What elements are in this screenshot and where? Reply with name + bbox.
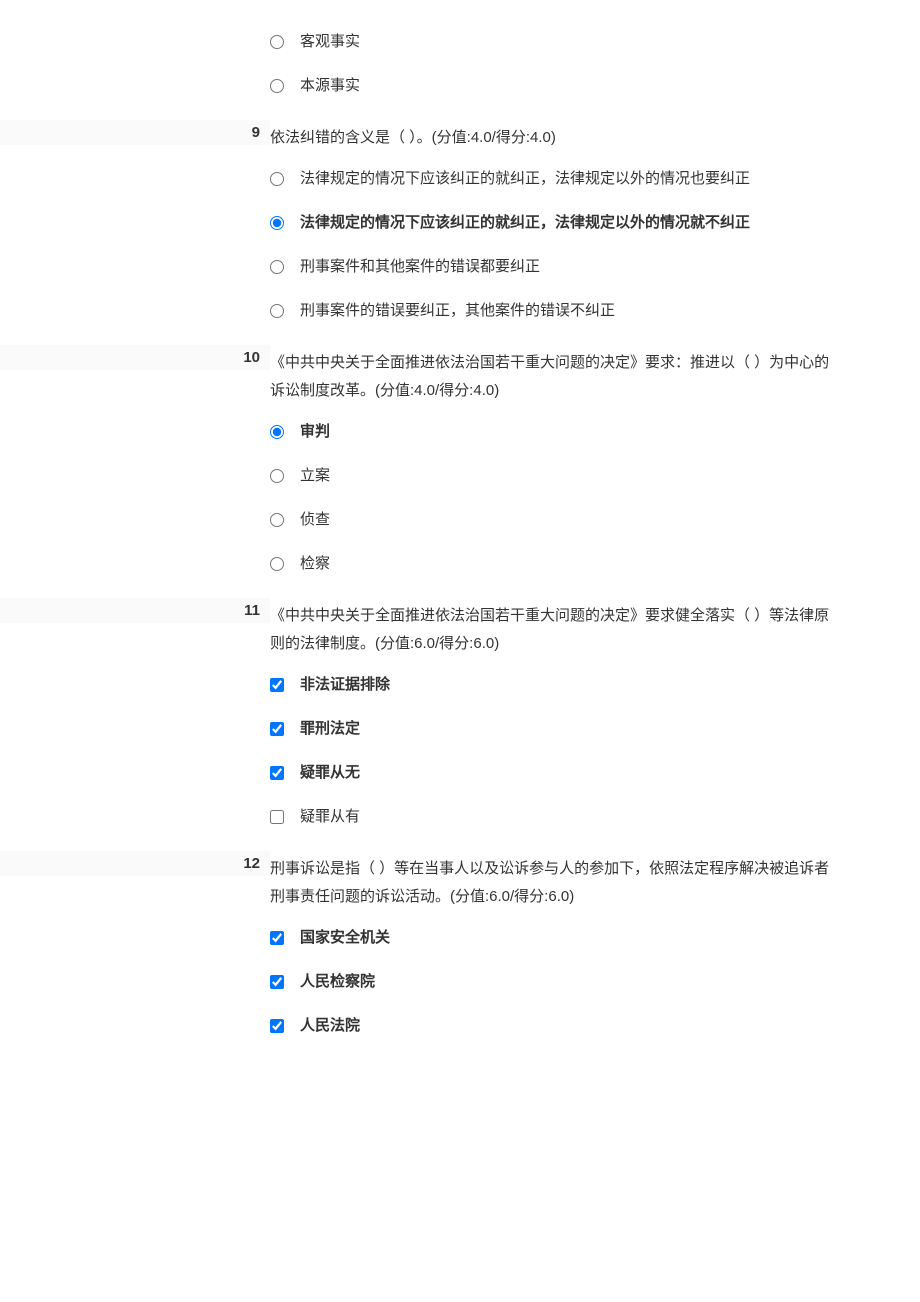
quiz-page: 客观事实 本源事实 9 依法纠错的含义是（ ）。(分值:4.0/得分:4.0) … [0, 0, 920, 1074]
question-text: 《中共中央关于全面推进依法治国若干重大问题的决定》要求健全落实（ ）等法律原则的… [270, 598, 920, 659]
option-row: 刑事案件的错误要纠正，其他案件的错误不纠正 [0, 289, 920, 333]
option-checkbox[interactable] [270, 766, 284, 780]
option-radio[interactable] [270, 557, 284, 571]
option-checkbox[interactable] [270, 810, 284, 824]
question-header: 10 《中共中央关于全面推进依法治国若干重大问题的决定》要求：推进以（ ）为中心… [0, 339, 920, 410]
question-header: 11 《中共中央关于全面推进依法治国若干重大问题的决定》要求健全落实（ ）等法律… [0, 592, 920, 663]
option-row: 检察 [0, 542, 920, 586]
question-text: 依法纠错的含义是（ ）。(分值:4.0/得分:4.0) [270, 120, 920, 153]
option-label: 罪刑法定 [300, 717, 920, 741]
option-row: 罪刑法定 [0, 707, 920, 751]
option-row: 疑罪从无 [0, 751, 920, 795]
option-row: 非法证据排除 [0, 663, 920, 707]
option-label: 法律规定的情况下应该纠正的就纠正，法律规定以外的情况就不纠正 [300, 211, 920, 235]
option-label: 刑事案件和其他案件的错误都要纠正 [300, 255, 920, 279]
option-label: 人民检察院 [300, 970, 920, 994]
question-text: 《中共中央关于全面推进依法治国若干重大问题的决定》要求：推进以（ ）为中心的诉讼… [270, 345, 920, 406]
question-header: 12 刑事诉讼是指（ ）等在当事人以及讼诉参与人的参加下，依照法定程序解决被追诉… [0, 845, 920, 916]
option-checkbox[interactable] [270, 931, 284, 945]
option-checkbox[interactable] [270, 975, 284, 989]
option-radio[interactable] [270, 469, 284, 483]
option-radio[interactable] [270, 260, 284, 274]
option-row: 法律规定的情况下应该纠正的就纠正，法律规定以外的情况就不纠正 [0, 201, 920, 245]
question-header: 9 依法纠错的含义是（ ）。(分值:4.0/得分:4.0) [0, 114, 920, 157]
option-row: 国家安全机关 [0, 916, 920, 960]
question-block: 9 依法纠错的含义是（ ）。(分值:4.0/得分:4.0) 法律规定的情况下应该… [0, 114, 920, 333]
question-block: 12 刑事诉讼是指（ ）等在当事人以及讼诉参与人的参加下，依照法定程序解决被追诉… [0, 845, 920, 1048]
option-label: 立案 [300, 464, 920, 488]
option-radio[interactable] [270, 79, 284, 93]
option-row: 刑事案件和其他案件的错误都要纠正 [0, 245, 920, 289]
option-row: 疑罪从有 [0, 795, 920, 839]
option-label: 疑罪从无 [300, 761, 920, 785]
option-row: 立案 [0, 454, 920, 498]
option-checkbox[interactable] [270, 722, 284, 736]
option-row: 本源事实 [0, 64, 920, 108]
option-row: 客观事实 [0, 20, 920, 64]
option-label: 疑罪从有 [300, 805, 920, 829]
question-block: 10 《中共中央关于全面推进依法治国若干重大问题的决定》要求：推进以（ ）为中心… [0, 339, 920, 586]
option-radio[interactable] [270, 304, 284, 318]
option-label: 国家安全机关 [300, 926, 920, 950]
option-label: 审判 [300, 420, 920, 444]
option-radio[interactable] [270, 172, 284, 186]
option-row: 法律规定的情况下应该纠正的就纠正，法律规定以外的情况也要纠正 [0, 157, 920, 201]
question-number: 11 [0, 598, 270, 623]
option-radio[interactable] [270, 513, 284, 527]
option-row: 侦查 [0, 498, 920, 542]
option-row: 人民法院 [0, 1004, 920, 1048]
option-label: 客观事实 [300, 30, 920, 54]
option-row: 人民检察院 [0, 960, 920, 1004]
option-label: 侦查 [300, 508, 920, 532]
option-row: 审判 [0, 410, 920, 454]
option-label: 检察 [300, 552, 920, 576]
question-number: 9 [0, 120, 270, 145]
option-radio[interactable] [270, 425, 284, 439]
question-number: 12 [0, 851, 270, 876]
question-text: 刑事诉讼是指（ ）等在当事人以及讼诉参与人的参加下，依照法定程序解决被追诉者刑事… [270, 851, 920, 912]
option-label: 人民法院 [300, 1014, 920, 1038]
option-label: 本源事实 [300, 74, 920, 98]
option-radio[interactable] [270, 35, 284, 49]
question-block: 客观事实 本源事实 [0, 20, 920, 108]
option-checkbox[interactable] [270, 1019, 284, 1033]
question-number: 10 [0, 345, 270, 370]
option-radio[interactable] [270, 216, 284, 230]
option-label: 刑事案件的错误要纠正，其他案件的错误不纠正 [300, 299, 920, 323]
option-label: 非法证据排除 [300, 673, 920, 697]
option-label: 法律规定的情况下应该纠正的就纠正，法律规定以外的情况也要纠正 [300, 167, 920, 191]
option-checkbox[interactable] [270, 678, 284, 692]
question-block: 11 《中共中央关于全面推进依法治国若干重大问题的决定》要求健全落实（ ）等法律… [0, 592, 920, 839]
